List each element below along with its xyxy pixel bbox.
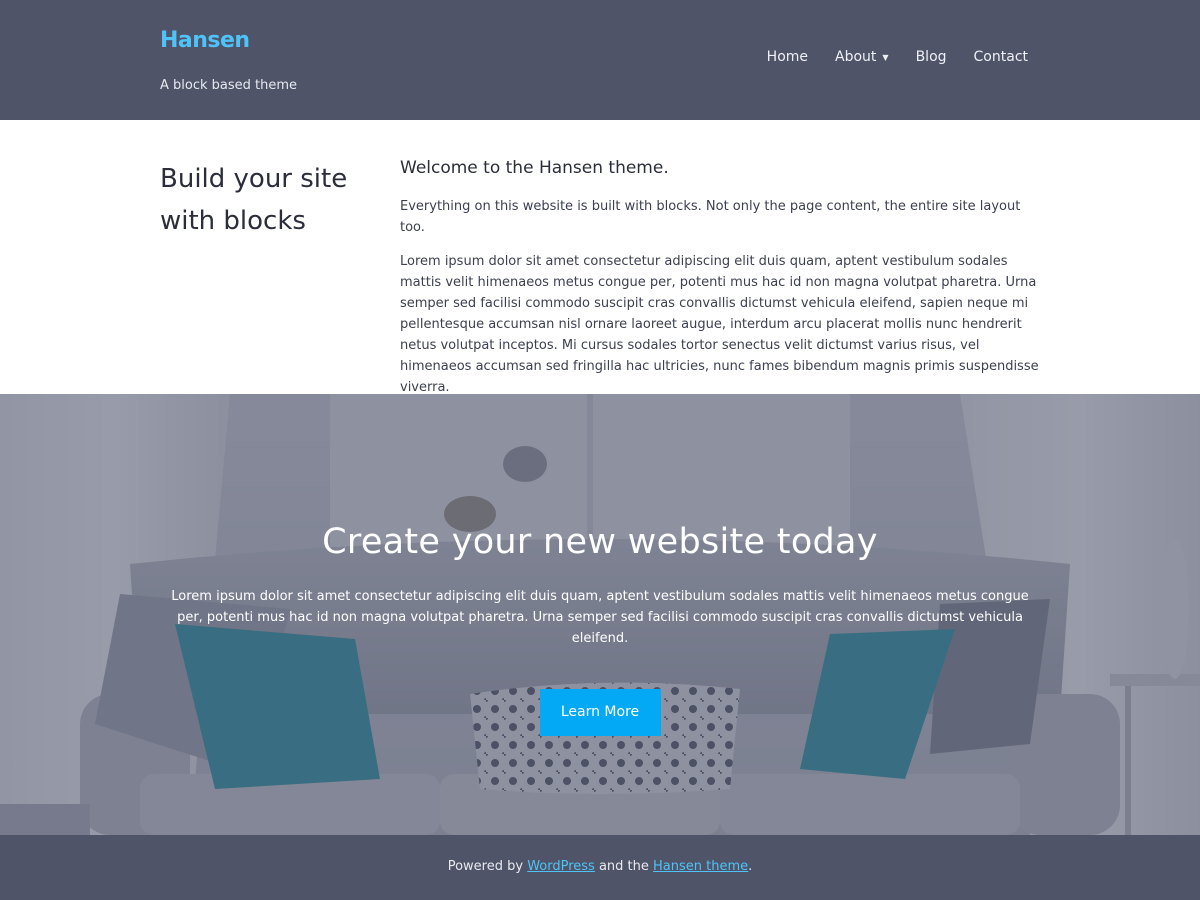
main-navigation: Home About ▼ Blog Contact <box>767 49 1028 65</box>
cover-section: Create your new website today Lorem ipsu… <box>0 394 1200 835</box>
caret-down-icon: ▼ <box>882 52 889 62</box>
intro-subheading: Welcome to the Hansen theme. <box>400 158 669 178</box>
nav-item-blog-label: Blog <box>915 49 947 65</box>
nav-item-contact-label: Contact <box>973 49 1028 65</box>
footer-middle: and the <box>594 859 654 874</box>
nav-item-home[interactable]: Home <box>767 49 808 65</box>
nav-item-contact[interactable]: Contact <box>974 49 1028 65</box>
footer-credits: Powered by WordPress and the Hansen them… <box>0 859 1200 874</box>
hansen-theme-link[interactable]: Hansen theme <box>653 859 748 874</box>
footer-suffix: . <box>748 859 753 874</box>
nav-item-about[interactable]: About ▼ <box>835 49 889 65</box>
intro-paragraph-1: Everything on this website is built with… <box>400 199 1021 235</box>
site-footer: Powered by WordPress and the Hansen them… <box>0 835 1200 900</box>
nav-item-blog[interactable]: Blog <box>916 49 947 65</box>
nav-item-home-label: Home <box>766 49 809 65</box>
site-header: Hansen A block based theme Home About ▼ … <box>0 0 1200 120</box>
cover-text: Lorem ipsum dolor sit amet consectetur a… <box>171 589 1029 646</box>
cover-content: Create your new website today Lorem ipsu… <box>160 522 1040 736</box>
intro-heading: Build your site with blocks <box>160 164 348 236</box>
site-title-link[interactable]: Hansen <box>160 28 250 53</box>
intro-content: Welcome to the Hansen theme. Everything … <box>400 158 1040 411</box>
cover-heading: Create your new website today <box>322 522 878 562</box>
site-tagline: A block based theme <box>160 78 298 93</box>
wordpress-link[interactable]: WordPress <box>527 859 595 874</box>
intro-section: Build your site with blocks Welcome to t… <box>0 120 1200 395</box>
footer-prefix: Powered by <box>447 859 528 874</box>
nav-item-about-label: About <box>835 49 877 65</box>
intro-paragraph-2: Lorem ipsum dolor sit amet consectetur a… <box>400 254 1039 395</box>
learn-more-button[interactable]: Learn More <box>539 689 661 736</box>
